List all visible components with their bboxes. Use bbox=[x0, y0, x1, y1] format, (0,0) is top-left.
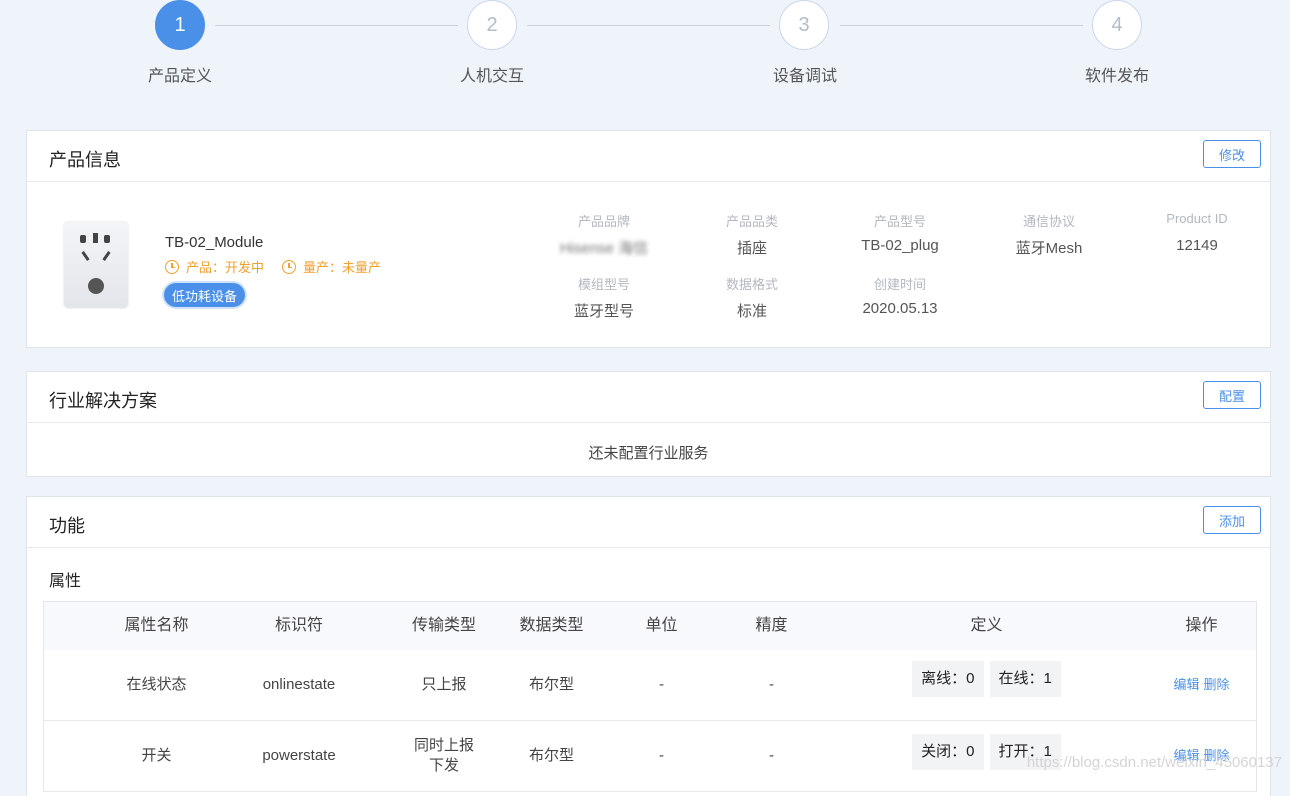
step-connector bbox=[215, 25, 458, 26]
product-status: 产品：开发中 bbox=[186, 260, 265, 275]
socket-pin bbox=[104, 235, 110, 243]
edit-product-button[interactable]: 修改 bbox=[1203, 140, 1261, 168]
step-2-circle[interactable]: 2 bbox=[467, 0, 517, 50]
field-value-data-format: 标准 bbox=[736, 303, 767, 320]
property-name: 在线状态 bbox=[126, 676, 187, 693]
field-label-created: 创建时间 bbox=[873, 277, 926, 292]
field-value-product-id: 12149 bbox=[1176, 237, 1218, 254]
socket-pin bbox=[80, 235, 86, 243]
column-header: 数据类型 bbox=[519, 617, 584, 634]
field-value-protocol: 蓝牙Mesh bbox=[1015, 240, 1083, 257]
card-header: 功能 添加 bbox=[27, 497, 1270, 548]
step-2-label: 人机交互 bbox=[459, 68, 524, 85]
field-value-category: 插座 bbox=[736, 240, 767, 257]
configure-button[interactable]: 配置 bbox=[1203, 381, 1261, 409]
step-connector bbox=[840, 25, 1083, 26]
clock-icon bbox=[165, 259, 179, 274]
field-value-model: TB-02_plug bbox=[861, 237, 939, 254]
step-3-circle[interactable]: 3 bbox=[779, 0, 829, 50]
card-title: 产品信息 bbox=[49, 150, 121, 170]
add-function-button[interactable]: 添加 bbox=[1203, 506, 1261, 534]
field-value-module-model: 蓝牙型号 bbox=[573, 303, 634, 320]
column-header: 属性名称 bbox=[124, 617, 189, 634]
definition: 关闭：0 打开：1 bbox=[884, 717, 1089, 787]
row-actions: 编辑 删除 bbox=[1154, 650, 1249, 720]
step-3-label: 设备调试 bbox=[772, 68, 837, 85]
card-header: 产品信息 修改 bbox=[27, 131, 1270, 182]
functions-card: 功能 添加 属性 属性名称 标识符 传输类型 数据类型 单位 精度 定义 操作 … bbox=[26, 496, 1271, 796]
field-label-data-format: 数据格式 bbox=[725, 277, 778, 292]
step-4-label: 软件发布 bbox=[1084, 68, 1149, 85]
step-1-label: 产品定义 bbox=[147, 68, 212, 85]
definition-value: 离线：0 bbox=[912, 661, 984, 697]
industry-solution-card: 行业解决方案 配置 还未配置行业服务 bbox=[26, 371, 1271, 477]
socket-pin bbox=[81, 251, 90, 261]
definition: 离线：0 在线：1 bbox=[884, 644, 1089, 714]
card-title: 行业解决方案 bbox=[49, 391, 157, 411]
empty-state-text: 还未配置行业服务 bbox=[588, 445, 709, 462]
field-label-category: 产品品类 bbox=[725, 214, 778, 229]
low-power-badge: 低功耗设备 bbox=[164, 283, 246, 307]
product-status-row: 产品：开发中 量产：未量产 bbox=[165, 257, 381, 276]
clock-icon bbox=[282, 259, 297, 274]
table-header-row: 属性名称 标识符 传输类型 数据类型 单位 精度 定义 操作 bbox=[44, 602, 1256, 650]
column-header: 标识符 bbox=[274, 617, 323, 634]
step-4-circle[interactable]: 4 bbox=[1092, 0, 1142, 50]
field-label-brand: 产品品牌 bbox=[577, 214, 630, 229]
socket-product-image bbox=[64, 221, 128, 307]
step-connector bbox=[527, 25, 770, 26]
product-info-card: 产品信息 修改 TB-02_Module 产品：开发中 量产：未量产 低功耗设备… bbox=[26, 130, 1271, 348]
product-name: TB-02_Module bbox=[165, 234, 264, 251]
field-label-product-id: Product ID bbox=[1166, 211, 1228, 226]
precision: - bbox=[769, 676, 774, 693]
field-label-model: 产品型号 bbox=[873, 214, 926, 229]
property-identifier: onlinestate bbox=[262, 676, 336, 693]
card-header: 行业解决方案 配置 bbox=[27, 372, 1270, 423]
unit: - bbox=[659, 676, 664, 693]
field-value-brand: Hisense 海信 bbox=[559, 240, 649, 257]
column-header: 单位 bbox=[645, 617, 678, 634]
data-type: 布尔型 bbox=[528, 676, 574, 693]
field-value-created: 2020.05.13 bbox=[862, 300, 938, 317]
socket-pin bbox=[93, 233, 98, 243]
definition-value: 关闭：0 bbox=[912, 734, 984, 770]
mass-production-status: 量产：未量产 bbox=[303, 260, 382, 275]
socket-pin bbox=[102, 251, 111, 261]
transfer-type: 只上报 bbox=[421, 676, 467, 693]
column-header: 传输类型 bbox=[411, 617, 476, 634]
step-progress: 1 产品定义 2 人机交互 3 设备调试 4 软件发布 bbox=[0, 0, 1290, 110]
field-label-module-model: 模组型号 bbox=[577, 277, 630, 292]
card-title: 功能 bbox=[49, 516, 85, 536]
step-1-circle[interactable]: 1 bbox=[155, 0, 205, 50]
delete-link[interactable]: 删除 bbox=[1204, 675, 1230, 695]
column-header: 精度 bbox=[755, 617, 788, 634]
field-label-protocol: 通信协议 bbox=[1022, 214, 1075, 229]
column-header: 操作 bbox=[1185, 617, 1218, 634]
socket-hole bbox=[88, 278, 104, 294]
edit-link[interactable]: 编辑 bbox=[1173, 675, 1199, 695]
column-header: 定义 bbox=[970, 617, 1003, 634]
definition-value: 在线：1 bbox=[989, 661, 1061, 697]
table-row: 在线状态 onlinestate 只上报 布尔型 - - 离线：0 在线：1 编… bbox=[44, 650, 1256, 721]
properties-heading: 属性 bbox=[49, 573, 82, 590]
watermark: https://blog.csdn.net/weixin_45060137 bbox=[1026, 754, 1282, 771]
